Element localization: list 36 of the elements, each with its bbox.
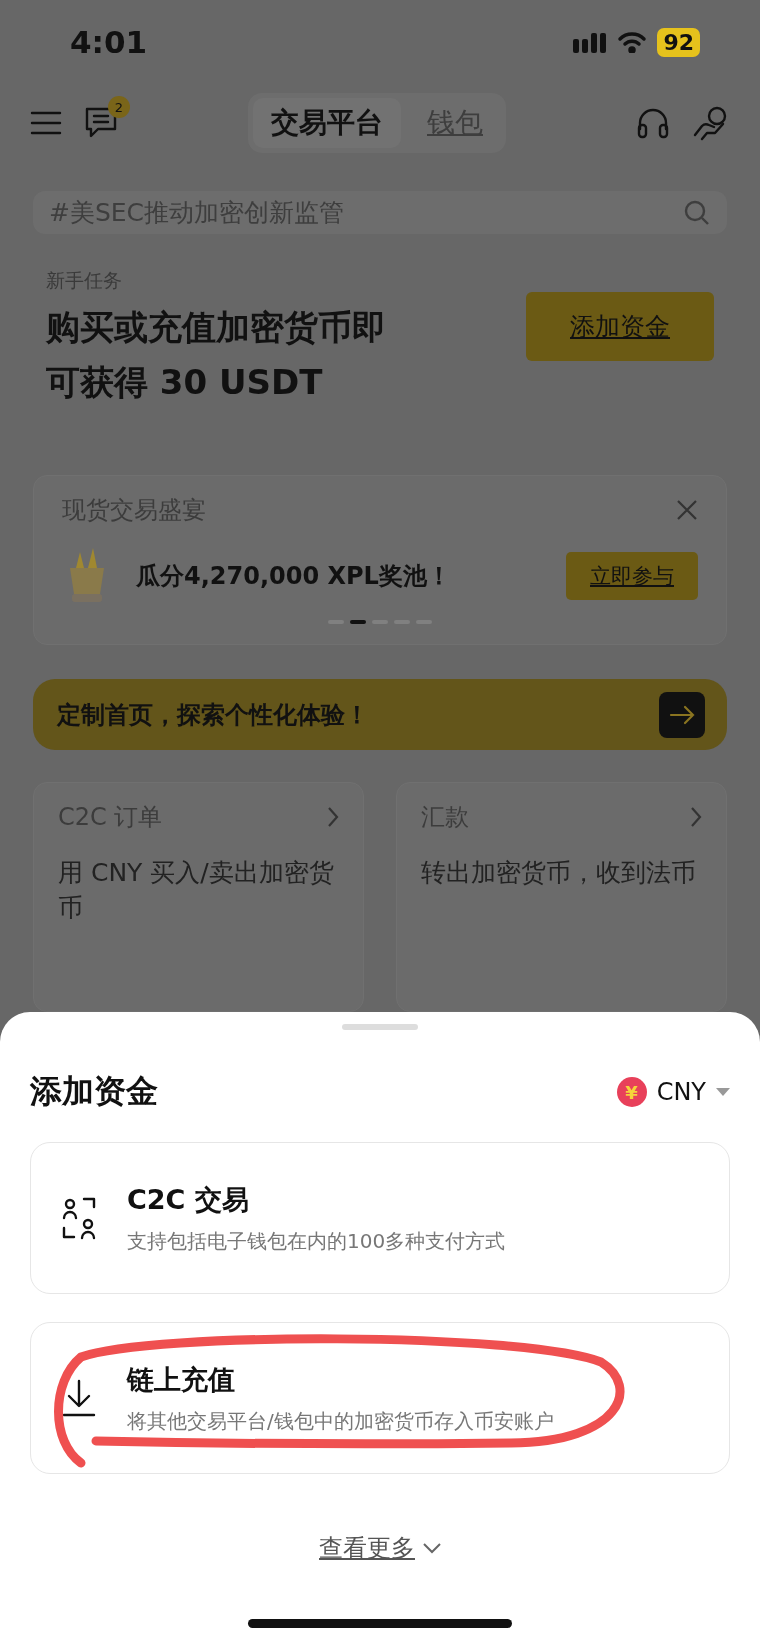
caret-down-icon	[716, 1087, 730, 1097]
sheet-handle[interactable]	[342, 1024, 418, 1030]
see-more-button[interactable]: 查看更多	[319, 1532, 441, 1564]
arrow-button[interactable]	[659, 691, 705, 738]
signal-icon	[573, 31, 608, 54]
funding-option[interactable]: 链上充值 将其他交易平台/钱包中的加密货币存入币安账户	[30, 1322, 730, 1474]
download-icon	[61, 1378, 97, 1418]
card-text: 用 CNY 买入/卖出加密货币	[58, 857, 335, 924]
funding-option[interactable]: C2C 交易 支持包括电子钱包在内的100多种支付方式	[30, 1142, 730, 1294]
arrow-right-icon	[669, 704, 695, 725]
option-text: 支持包括电子钱包在内的100多种支付方式	[127, 1227, 506, 1255]
option-text: 将其他交易平台/钱包中的加密货币存入币安账户	[127, 1407, 554, 1435]
status-time: 4:01	[70, 24, 148, 61]
banner-text: 定制首页，探索个性化体验！	[57, 699, 369, 731]
search-icon	[683, 198, 711, 227]
wifi-icon	[617, 31, 648, 54]
chevron-right-icon	[327, 806, 339, 828]
battery-indicator: 92	[657, 27, 700, 57]
sheet-title: 添加资金	[30, 1071, 158, 1112]
headset-icon	[636, 107, 670, 139]
chevron-down-icon	[423, 1542, 441, 1554]
join-button[interactable]: 立即参与	[566, 552, 698, 601]
card-text: 转出加密货币，收到法币	[421, 857, 697, 889]
promo-text: 瓜分4,270,000 XPL奖池！	[136, 561, 452, 593]
tab[interactable]: 交易平台	[253, 98, 401, 148]
notification-badge: 2	[108, 96, 130, 118]
chevron-right-icon	[690, 806, 702, 828]
people-scan-icon	[61, 1196, 97, 1240]
add-funds-button[interactable]: 添加资金	[526, 292, 714, 362]
option-title: C2C 交易	[127, 1182, 250, 1217]
task-title: 购买或充值加密货币即可获得 30 USDT	[46, 306, 387, 404]
option-title: 链上充值	[127, 1362, 236, 1397]
customize-banner[interactable]: 定制首页，探索个性化体验！	[33, 679, 727, 750]
currency-selector[interactable]: ¥ CNY	[616, 1077, 730, 1107]
menu-icon	[30, 110, 62, 136]
close-icon[interactable]	[676, 499, 698, 522]
